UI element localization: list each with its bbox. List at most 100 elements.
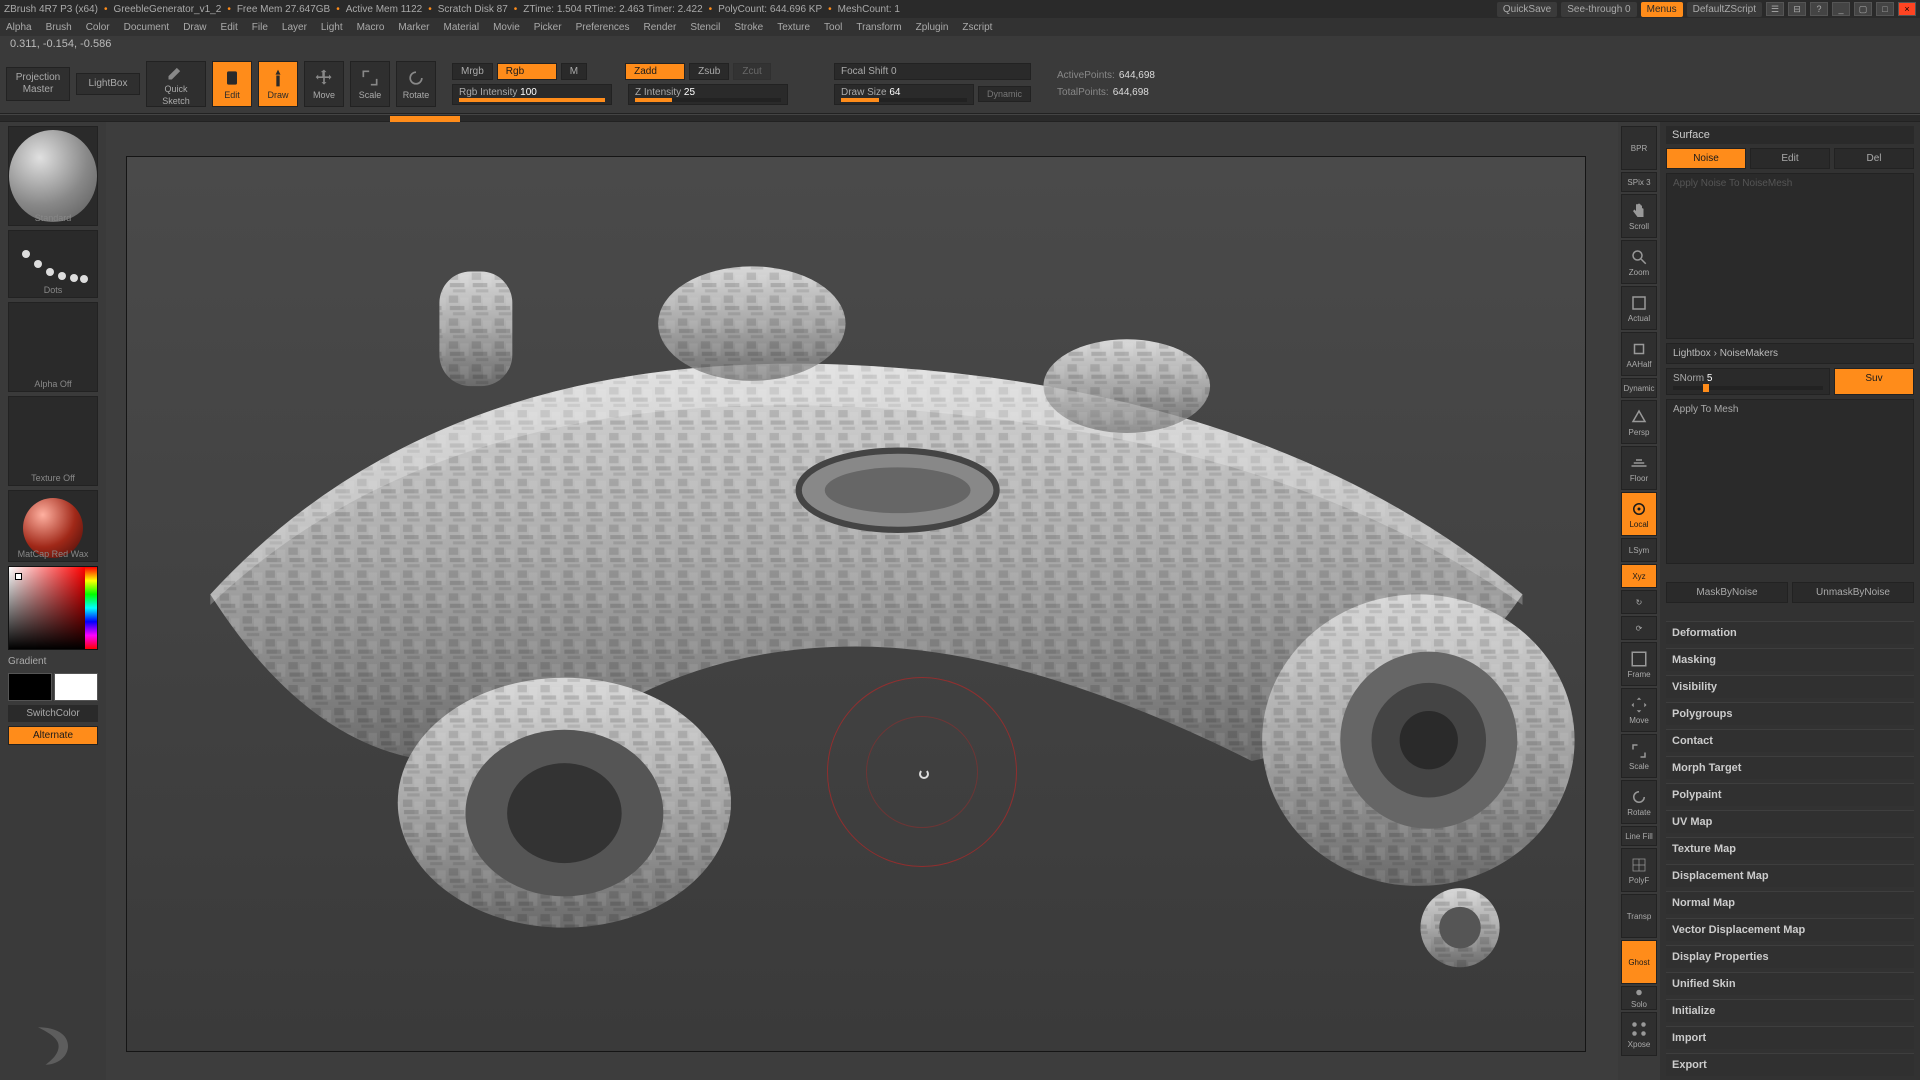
nav-rotate-button[interactable]: Rotate [1621, 780, 1657, 824]
canvas-viewport[interactable] [106, 122, 1618, 1080]
draw-mode-button[interactable]: Draw [258, 61, 298, 107]
menu-light[interactable]: Light [321, 22, 343, 33]
nav-move-button[interactable]: Move [1621, 688, 1657, 732]
apply-to-mesh-button[interactable]: Apply To Mesh [1666, 399, 1914, 565]
menu-draw[interactable]: Draw [183, 22, 206, 33]
accordion-uv-map[interactable]: UV Map [1666, 810, 1914, 833]
layout-icon[interactable]: ☰ [1766, 2, 1784, 16]
maskbynoise-button[interactable]: MaskByNoise [1666, 582, 1788, 603]
accordion-vector-displacement-map[interactable]: Vector Displacement Map [1666, 918, 1914, 941]
ghost-button[interactable]: Ghost [1621, 940, 1657, 984]
menu-tool[interactable]: Tool [824, 22, 842, 33]
persp-button[interactable]: Persp [1621, 400, 1657, 444]
zadd-toggle[interactable]: Zadd [625, 63, 685, 80]
lightbox-button[interactable]: LightBox [76, 73, 140, 95]
menu-marker[interactable]: Marker [398, 22, 429, 33]
unmaskbynoise-button[interactable]: UnmaskByNoise [1792, 582, 1914, 603]
draw-size-slider[interactable]: Draw Size 64 [834, 84, 974, 105]
surface-header[interactable]: Surface [1666, 126, 1914, 144]
transp-button[interactable]: Transp [1621, 894, 1657, 938]
scale-mode-button[interactable]: Scale [350, 61, 390, 107]
actual-button[interactable]: Actual [1621, 286, 1657, 330]
edit-mode-button[interactable]: Edit [212, 61, 252, 107]
lsym-button[interactable]: LSym [1621, 538, 1657, 562]
menu-brush[interactable]: Brush [46, 22, 72, 33]
fg-bg-colors[interactable] [8, 673, 98, 701]
local-button[interactable]: Local [1621, 492, 1657, 536]
mrgb-toggle[interactable]: Mrgb [452, 63, 493, 80]
nav-scale-button[interactable]: Scale [1621, 734, 1657, 778]
menu-movie[interactable]: Movie [493, 22, 520, 33]
dynamic-toggle[interactable]: Dynamic [978, 86, 1031, 102]
spix-slider[interactable]: SPix 3 [1621, 172, 1657, 192]
zoom-button[interactable]: Zoom [1621, 240, 1657, 284]
zcut-toggle[interactable]: Zcut [733, 63, 770, 80]
menu-color[interactable]: Color [86, 22, 110, 33]
switchcolor-button[interactable]: SwitchColor [8, 705, 98, 722]
linefill-button[interactable]: Line Fill [1621, 826, 1657, 846]
menu-preferences[interactable]: Preferences [576, 22, 630, 33]
color-picker[interactable] [8, 566, 98, 650]
focal-shift-slider[interactable]: Focal Shift 0 [834, 63, 1031, 80]
accordion-import[interactable]: Import [1666, 1026, 1914, 1049]
accordion-visibility[interactable]: Visibility [1666, 675, 1914, 698]
menu-material[interactable]: Material [444, 22, 480, 33]
menu-edit[interactable]: Edit [221, 22, 238, 33]
accordion-polypaint[interactable]: Polypaint [1666, 783, 1914, 806]
accordion-displacement-map[interactable]: Displacement Map [1666, 864, 1914, 887]
accordion-polygroups[interactable]: Polygroups [1666, 702, 1914, 725]
polyf-button[interactable]: PolyF [1621, 848, 1657, 892]
noise-button[interactable]: Noise [1666, 148, 1746, 169]
suv-button[interactable]: Suv [1834, 368, 1914, 395]
menu-stroke[interactable]: Stroke [734, 22, 763, 33]
xyz-button[interactable]: Xyz [1621, 564, 1657, 588]
dynamic-nav-toggle[interactable]: Dynamic [1621, 378, 1657, 398]
apply-noisemesh-button[interactable]: Apply Noise To NoiseMesh [1666, 173, 1914, 339]
edit-noise-button[interactable]: Edit [1750, 148, 1830, 169]
xpose-button[interactable]: Xpose [1621, 1012, 1657, 1056]
solo-button[interactable]: Solo [1621, 986, 1657, 1010]
accordion-morph-target[interactable]: Morph Target [1666, 756, 1914, 779]
rot-z-button[interactable]: ⟳ [1621, 616, 1657, 640]
menu-file[interactable]: File [252, 22, 268, 33]
pin-icon[interactable]: ⊟ [1788, 2, 1806, 16]
seethrough-slider[interactable]: See-through 0 [1561, 2, 1636, 17]
rotate-mode-button[interactable]: Rotate [396, 61, 436, 107]
accordion-texture-map[interactable]: Texture Map [1666, 837, 1914, 860]
minimize-icon[interactable]: _ [1832, 2, 1850, 16]
frame-button[interactable]: Frame [1621, 642, 1657, 686]
menu-alpha[interactable]: Alpha [6, 22, 32, 33]
restore-icon[interactable]: ▢ [1854, 2, 1872, 16]
close-icon[interactable]: × [1898, 2, 1916, 16]
menus-button[interactable]: Menus [1641, 2, 1683, 17]
rgb-intensity-slider[interactable]: Rgb Intensity 100 [452, 84, 612, 105]
menu-transform[interactable]: Transform [856, 22, 901, 33]
move-mode-button[interactable]: Move [304, 61, 344, 107]
maximize-icon[interactable]: □ [1876, 2, 1894, 16]
accordion-deformation[interactable]: Deformation [1666, 621, 1914, 644]
aahalf-button[interactable]: AAHalf [1621, 332, 1657, 376]
accordion-initialize[interactable]: Initialize [1666, 999, 1914, 1022]
alternate-button[interactable]: Alternate [8, 726, 98, 745]
shelf-divider[interactable] [0, 114, 1920, 122]
menu-picker[interactable]: Picker [534, 22, 562, 33]
scroll-button[interactable]: Scroll [1621, 194, 1657, 238]
bpr-button[interactable]: BPR [1621, 126, 1657, 170]
snorm-slider[interactable]: SNorm 5 [1666, 368, 1830, 395]
menu-stencil[interactable]: Stencil [690, 22, 720, 33]
accordion-normal-map[interactable]: Normal Map [1666, 891, 1914, 914]
menu-document[interactable]: Document [124, 22, 170, 33]
zsub-toggle[interactable]: Zsub [689, 63, 729, 80]
material-picker[interactable]: MatCap Red Wax [8, 490, 98, 562]
accordion-export[interactable]: Export [1666, 1053, 1914, 1076]
menu-render[interactable]: Render [644, 22, 677, 33]
menu-macro[interactable]: Macro [357, 22, 385, 33]
texture-picker[interactable]: Texture Off [8, 396, 98, 486]
accordion-unified-skin[interactable]: Unified Skin [1666, 972, 1914, 995]
gradient-toggle[interactable]: Gradient [8, 654, 98, 669]
accordion-contact[interactable]: Contact [1666, 729, 1914, 752]
menu-zplugin[interactable]: Zplugin [916, 22, 949, 33]
del-noise-button[interactable]: Del [1834, 148, 1914, 169]
brush-picker[interactable]: Standard [8, 126, 98, 226]
floor-button[interactable]: Floor [1621, 446, 1657, 490]
